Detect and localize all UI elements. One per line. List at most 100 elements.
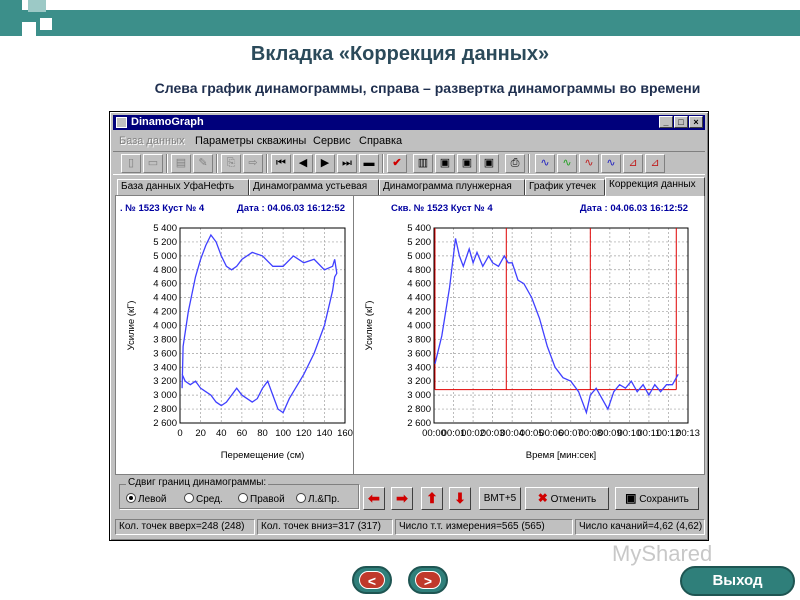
- last-record-icon[interactable]: ⏭: [337, 154, 357, 173]
- status-measure-points: Число т.т. измерения=565 (565): [395, 519, 573, 535]
- close-button[interactable]: ×: [689, 116, 703, 128]
- copy-icon[interactable]: ⎘: [221, 154, 241, 173]
- y-tick-label: 3 000: [153, 390, 177, 401]
- y-tick-label: 4 000: [407, 321, 431, 332]
- dynamogram-svg: . № 1523 Куст № 4 Дата : 04.06.03 16:12:5…: [120, 203, 353, 461]
- tab-wellhead-dynamogram[interactable]: Динамограмма устьевая: [249, 179, 379, 195]
- status-strokes: Число качаний=4,62 (4,62): [575, 519, 705, 535]
- new-icon[interactable]: ▯: [121, 154, 141, 173]
- toolbar-separator: [528, 154, 530, 173]
- y-tick-label: 5 400: [153, 223, 177, 234]
- edit-icon[interactable]: ✎: [193, 154, 213, 173]
- db-icon[interactable]: ▤: [171, 154, 191, 173]
- menu-well-params[interactable]: Параметры скважины: [195, 133, 306, 149]
- delete-record-icon[interactable]: ▬: [359, 154, 379, 173]
- slide-title: Вкладка «Коррекция данных»: [250, 43, 550, 65]
- chart-icon[interactable]: ⊿: [623, 154, 643, 173]
- first-record-icon[interactable]: ⏮: [271, 154, 291, 173]
- x-tick-label: 40: [216, 428, 227, 439]
- y-tick-label: 5 200: [407, 237, 431, 248]
- chart-header-well: . № 1523 Куст № 4: [120, 203, 205, 214]
- next-slide-button[interactable]: >: [408, 566, 448, 594]
- status-bar: Кол. точек вверх=248 (248) Кол. точек вн…: [113, 517, 707, 537]
- y-tick-label: 4 600: [407, 279, 431, 290]
- toolbar-separator: [216, 154, 218, 173]
- arrow-right-icon: ➡: [396, 490, 408, 506]
- page1-icon[interactable]: ▣: [435, 154, 455, 173]
- exit-button[interactable]: Выход: [680, 566, 795, 596]
- page2-icon[interactable]: ▣: [457, 154, 477, 173]
- series-line: [181, 233, 338, 414]
- y-tick-label: 3 000: [407, 390, 431, 401]
- menu-help[interactable]: Справка: [359, 133, 402, 149]
- chart-icon[interactable]: ⊿: [645, 154, 665, 173]
- x-tick-label: 160: [337, 428, 353, 439]
- y-tick-label: 5 200: [153, 237, 177, 248]
- prev-slide-label: <: [359, 571, 385, 589]
- export-icon[interactable]: ⇨: [243, 154, 263, 173]
- y-tick-label: 4 400: [407, 293, 431, 304]
- y-tick-label: 4 200: [407, 307, 431, 318]
- tab-leak-chart[interactable]: График утечек: [525, 179, 605, 195]
- print-icon[interactable]: ⎙: [505, 154, 525, 173]
- arrow-left-icon: ⬅: [368, 490, 380, 506]
- menu-database[interactable]: База данных: [119, 133, 185, 149]
- tab-strip: База данных УфаНефть Динамограмма устьев…: [115, 177, 705, 196]
- y-tick-label: 5 000: [153, 251, 177, 262]
- window-title: DinamoGraph: [131, 116, 204, 128]
- x-axis-label: Перемещение (см): [221, 450, 305, 461]
- cancel-icon: ✖: [537, 491, 548, 505]
- shift-down-button[interactable]: ⬇: [449, 487, 471, 510]
- maximize-button[interactable]: □: [674, 116, 688, 128]
- tab-database[interactable]: База данных УфаНефть: [117, 179, 249, 195]
- chart-icon[interactable]: ∿: [557, 154, 577, 173]
- report-icon[interactable]: ▥: [413, 154, 433, 173]
- radio-middle[interactable]: Сред.: [184, 493, 223, 506]
- x-tick-label: 120: [296, 428, 312, 439]
- save-icon: ▣: [625, 491, 637, 505]
- radio-left[interactable]: Левой: [126, 493, 166, 506]
- app-window: DinamoGraph _ □ × База данных Параметры …: [109, 111, 709, 541]
- cancel-button[interactable]: ✖ Отменить: [525, 487, 609, 510]
- toolbar: ▯ ▭ ▤ ✎ ⎘ ⇨ ⏮ ◀ ▶ ⏭ ▬ ✔ ▥ ▣ ▣ ▣ ⎙ ∿ ∿ ∿ …: [113, 151, 705, 175]
- decor-square: [22, 22, 36, 42]
- y-tick-label: 5 400: [407, 223, 431, 234]
- tab-plunger-dynamogram[interactable]: Динамограмма плунжерная: [379, 179, 525, 195]
- radio-both[interactable]: Л.&Пр.: [296, 493, 340, 506]
- time-sweep-chart[interactable]: Скв. № 1523 Куст № 4 Дата : 04.06.03 16:1…: [355, 196, 704, 474]
- shift-left-button[interactable]: ⬅: [363, 487, 385, 510]
- minimize-button[interactable]: _: [659, 116, 673, 128]
- shift-right-button[interactable]: ➡: [391, 487, 413, 510]
- check-icon[interactable]: ✔: [387, 154, 407, 173]
- prev-slide-button[interactable]: <: [352, 566, 392, 594]
- tab-data-correction[interactable]: Коррекция данных: [605, 177, 705, 196]
- y-tick-label: 5 000: [407, 251, 431, 262]
- save-button[interactable]: ▣ Сохранить: [615, 487, 699, 510]
- chart-icon[interactable]: ∿: [535, 154, 555, 173]
- page3-icon[interactable]: ▣: [479, 154, 499, 173]
- decor-square: [28, 0, 46, 12]
- prev-record-icon[interactable]: ◀: [293, 154, 313, 173]
- y-tick-label: 3 600: [407, 348, 431, 359]
- decor-square: [40, 18, 52, 30]
- radio-right[interactable]: Правой: [238, 493, 285, 506]
- y-tick-label: 3 400: [407, 362, 431, 373]
- shift-bounds-label: Сдвиг границ динамограммы:: [126, 477, 269, 488]
- y-tick-label: 2 800: [153, 404, 177, 415]
- chart-header-date: Дата : 04.06.03 16:12:52: [237, 203, 345, 214]
- chart-icon[interactable]: ∿: [601, 154, 621, 173]
- menu-service[interactable]: Сервис: [313, 133, 351, 149]
- slide-subtitle: Слева график динамограммы, справа – разв…: [154, 80, 701, 96]
- next-record-icon[interactable]: ▶: [315, 154, 335, 173]
- open-icon[interactable]: ▭: [143, 154, 163, 173]
- menu-bar: База данных Параметры скважины Сервис Сп…: [113, 133, 705, 149]
- window-titlebar: DinamoGraph _ □ ×: [113, 115, 705, 130]
- chart-icon[interactable]: ∿: [579, 154, 599, 173]
- bmt-button[interactable]: ВМТ+5: [479, 487, 521, 510]
- radio-dot: [296, 493, 306, 503]
- x-tick-label: 00:13: [676, 428, 700, 439]
- shift-up-button[interactable]: ⬆: [421, 487, 443, 510]
- dynamogram-chart[interactable]: . № 1523 Куст № 4 Дата : 04.06.03 16:12:5…: [116, 196, 353, 474]
- charts-panel: . № 1523 Куст № 4 Дата : 04.06.03 16:12:5…: [115, 195, 705, 475]
- y-tick-label: 2 800: [407, 404, 431, 415]
